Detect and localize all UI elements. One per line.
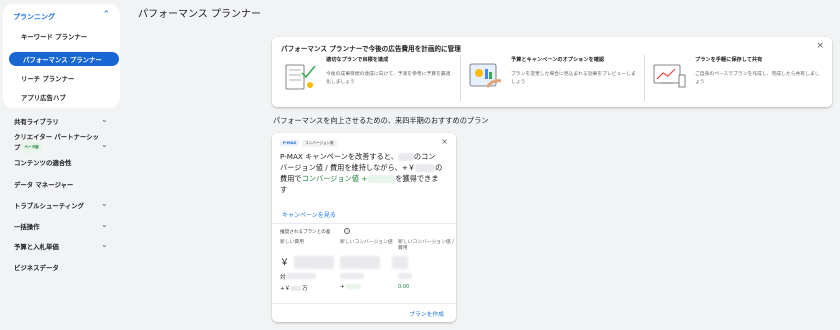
feature-goal-title: 適切なプランで目標を達成 <box>326 57 389 63</box>
feature-share-desc: ご自身のペースでプランを作成し、完成したら共有しましょう <box>695 72 820 85</box>
redacted-value <box>367 175 396 183</box>
redacted-spend <box>294 256 334 269</box>
redacted-value <box>415 164 436 172</box>
recommendation-text: P-MAX キャンペーンを改善すると、 のコン バージョン値 / 費用を維持しなが… <box>280 151 450 195</box>
redacted-value <box>290 286 303 291</box>
line-chart-illustration-icon <box>653 64 686 88</box>
redacted-conv-value <box>340 256 380 269</box>
feature-goal-desc: 今後の成果目標の達成に向けて、予測を参考に予算を最適化しましょう <box>326 72 451 85</box>
yen-sign: ￥ <box>280 258 290 268</box>
sidebar-item-business-data[interactable]: ビジネスデータ <box>14 263 59 272</box>
rec-line1a: P-MAX キャンペーンを改善すると、 <box>280 152 398 161</box>
chevron-up-icon[interactable]: ⌃ <box>102 10 110 20</box>
chevron-down-icon[interactable]: ⌄ <box>101 199 108 208</box>
conversion-chip: コンバージョン数 <box>302 140 337 147</box>
rec-line2a: バージョン値 / 費用を維持しながら、+￥ <box>280 163 416 172</box>
rec-line1b: のコン <box>413 152 436 161</box>
planning-group-header[interactable]: プランニング <box>13 12 55 22</box>
rec-line3a: 費用で <box>280 174 302 183</box>
conv-delta: + <box>340 284 361 290</box>
feature-options-title: 予算とキャンペーンのオプションを確認 <box>511 57 605 63</box>
rec-line2b: の <box>435 163 443 172</box>
redacted-roas <box>392 256 408 269</box>
spend-delta-suffix: 万 <box>302 286 308 292</box>
intro-title: パフォーマンス プランナーで今後の広告費用を計画的に管理 <box>281 45 461 53</box>
feature-options: 予算とキャンペーンのオプションを確認 プランを変更した場合に見込まれる効果をプレ… <box>460 55 640 101</box>
sidebar-item-app-ad-hub[interactable]: アプリ広告ハブ <box>21 93 66 102</box>
rec-line3b: コンバージョン値 + <box>301 174 368 183</box>
recommendation-card: P-MAX コンバージョン数 × P-MAX キャンペーンを改善すると、 のコン … <box>272 133 456 322</box>
redacted-old-conv <box>340 273 364 279</box>
chevron-down-icon[interactable]: ⌄ <box>101 140 108 149</box>
chart-hand-illustration-icon <box>469 63 502 88</box>
create-plan-link[interactable]: プランを作成 <box>409 309 444 318</box>
rec-line4: す <box>280 185 288 194</box>
redacted-value <box>344 284 361 289</box>
sidebar-item-performance-planner[interactable]: パフォーマンス プランナー <box>9 52 119 66</box>
intro-card: パフォーマンス プランナーで今後の広告費用を計画的に管理 × 適切なプランで目標… <box>272 37 832 107</box>
conv-delta-prefix: + <box>340 284 345 290</box>
rec-line3c: を獲得できま <box>395 174 439 183</box>
sidebar-item-budgets-bids[interactable]: 予算と入札単価 <box>14 242 59 251</box>
close-icon[interactable]: × <box>816 41 824 51</box>
checklist-illustration-icon <box>285 64 316 90</box>
col-new-conv-value: 新しいコンバージョン値 <box>340 240 393 245</box>
chevron-down-icon[interactable]: ⌄ <box>101 115 108 124</box>
section-heading: パフォーマンスを向上させるための、来四半期のおすすめのプラン <box>273 116 489 125</box>
plan-diff-label: 推奨されるプランとの差 <box>280 230 331 235</box>
sidebar: プランニング ⌃ キーワード プランナー パフォーマンス プランナー リーチ プ… <box>0 0 126 330</box>
view-campaign-link[interactable]: キャンペーンを見る <box>282 210 336 219</box>
chevron-down-icon[interactable]: ⌄ <box>101 220 108 229</box>
redacted-value <box>397 153 414 161</box>
divider <box>272 223 456 224</box>
sidebar-item-data-manager[interactable]: データ マネージャー <box>14 180 73 189</box>
chevron-down-icon[interactable]: ⌄ <box>101 240 108 249</box>
sidebar-item-creator-partnerships[interactable]: クリエイター パートナーシップ ベータ版 <box>14 133 104 153</box>
info-icon[interactable]: i <box>344 228 350 234</box>
close-icon[interactable]: × <box>441 137 448 146</box>
page-title: パフォーマンス プランナー <box>138 9 261 20</box>
feature-options-desc: プランを変更した場合に見込まれる効果をプレビューしましょう <box>511 72 636 85</box>
spend-delta: +￥ 万 <box>280 284 308 292</box>
roas-delta: 0.00 <box>398 284 410 290</box>
feature-share-title: プランを手軽に保存して共有 <box>695 57 763 63</box>
sidebar-item-reach-planner[interactable]: リーチ プランナー <box>21 74 74 83</box>
sidebar-item-bulk-actions[interactable]: 一括操作 <box>14 222 40 231</box>
col-new-spend: 新しい費用 <box>280 240 304 245</box>
redacted-old-spend <box>286 273 316 279</box>
sidebar-item-keyword-planner[interactable]: キーワード プランナー <box>21 32 87 41</box>
planning-group: プランニング ⌃ キーワード プランナー パフォーマンス プランナー リーチ プ… <box>3 4 120 108</box>
col-new-roas: 新しいコンバージョン値 / 費用 <box>398 240 454 251</box>
divider <box>272 303 456 304</box>
pmax-chip: P-MAX <box>280 140 300 146</box>
spend-delta-prefix: +￥ <box>280 286 291 292</box>
sidebar-item-shared-library[interactable]: 共有ライブラリ <box>14 117 59 126</box>
sidebar-item-content-suitability[interactable]: コンテンツの適合性 <box>14 158 72 167</box>
redacted-old-roas <box>398 273 412 279</box>
feature-goal: 適切なプランで目標を達成 今後の成果目標の達成に向けて、予測を参考に予算を最適化… <box>276 55 456 101</box>
sidebar-item-troubleshooting[interactable]: トラブルシューティング <box>14 201 84 210</box>
beta-badge: ベータ版 <box>22 142 41 153</box>
feature-share: プランを手軽に保存して共有 ご自身のペースでプランを作成し、完成したら共有しまし… <box>644 55 824 101</box>
compare-label: 対 <box>280 275 286 281</box>
